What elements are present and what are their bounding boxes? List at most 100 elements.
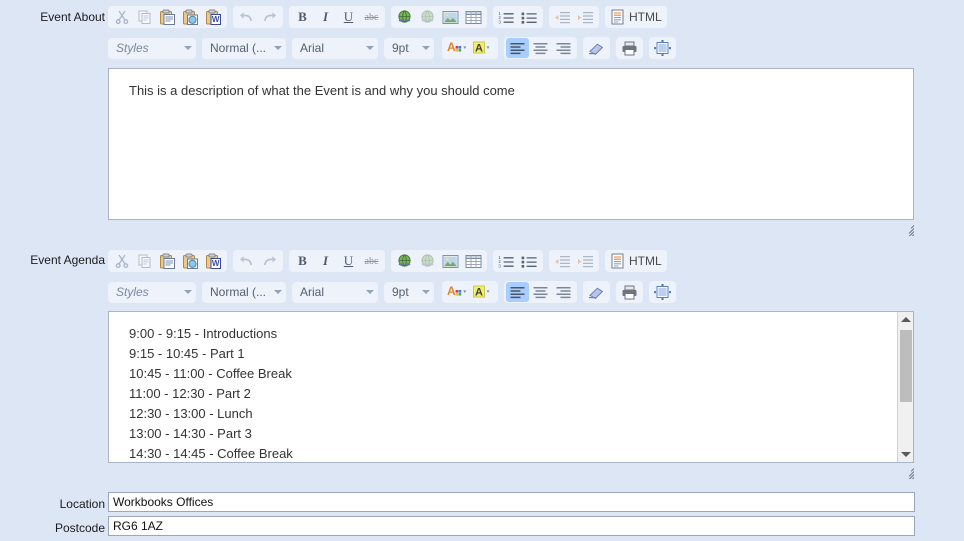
underline-icon[interactable]: U [337,7,360,27]
svg-text:W: W [212,15,220,24]
event-about-editor: W B I U abc 1 2 3 HTML Styles Normal (..… [108,4,914,61]
location-label: Location [59,497,105,511]
remove-format-icon[interactable] [585,38,608,58]
font-size-select[interactable]: 9pt [384,281,434,303]
italic-icon[interactable]: I [314,7,337,27]
copy-icon[interactable] [133,251,156,271]
toolbar-group-links [391,6,487,28]
bulleted-list-icon[interactable] [518,251,541,271]
print-icon[interactable] [618,38,641,58]
postcode-input[interactable]: RG6 1AZ [108,516,915,536]
align-right-icon[interactable] [552,282,575,302]
image-icon[interactable] [439,251,462,271]
event-agenda-edit-area[interactable]: 9:00 - 9:15 - Introductions 9:15 - 10:45… [108,311,914,463]
toolbar-group-colors: A A [442,37,498,59]
background-color-icon[interactable]: A [470,38,496,58]
strikethrough-icon[interactable]: abc [360,251,383,271]
chevron-down-icon [274,46,282,50]
align-right-icon[interactable] [552,38,575,58]
event-about-text[interactable]: This is a description of what the Event … [109,69,913,101]
templates-icon[interactable] [651,282,674,302]
toolbar-group-indent [549,250,599,272]
toolbar-group-print [616,281,643,303]
unlink-icon[interactable] [416,251,439,271]
numbered-list-icon[interactable]: 123 [495,251,518,271]
font-family-value: Arial [300,285,325,299]
table-icon[interactable] [462,251,485,271]
font-family-select[interactable]: Arial [292,37,378,59]
html-source-icon[interactable]: HTML [607,251,665,271]
event-agenda-scrollbar[interactable] [897,312,913,462]
toolbar-group-history [233,6,283,28]
chevron-down-icon [422,290,430,294]
event-agenda-toolbar-row-2: Styles Normal (... Arial 9pt A A [108,279,914,305]
location-value: Workbooks Offices [113,495,214,509]
redo-icon[interactable] [258,251,281,271]
styles-select-value: Styles [116,285,149,299]
svg-text:3: 3 [498,19,501,24]
bold-icon[interactable]: B [291,7,314,27]
event-agenda-text[interactable]: 9:00 - 9:15 - Introductions 9:15 - 10:45… [109,312,913,462]
outdent-icon[interactable] [551,251,574,271]
event-about-resize-grip[interactable] [900,222,914,236]
image-icon[interactable] [439,7,462,27]
indent-icon[interactable] [574,7,597,27]
link-icon[interactable] [393,7,416,27]
font-size-select[interactable]: 9pt [384,37,434,59]
html-source-label: HTML [629,10,662,24]
svg-text:A: A [475,287,483,299]
html-source-icon[interactable]: HTML [607,7,665,27]
scroll-up-arrow-icon[interactable] [898,312,913,327]
redo-icon[interactable] [258,7,281,27]
copy-icon[interactable] [133,7,156,27]
paste-icon[interactable] [156,7,179,27]
event-about-edit-area[interactable]: This is a description of what the Event … [108,68,914,220]
paste-from-word-icon[interactable]: W [202,7,225,27]
templates-icon[interactable] [651,38,674,58]
paste-from-word-icon[interactable]: W [202,251,225,271]
event-about-toolbar-row-1: W B I U abc 1 2 3 HTML [108,4,914,30]
cut-icon[interactable] [110,251,133,271]
remove-format-icon[interactable] [585,282,608,302]
paste-plain-text-icon[interactable] [179,251,202,271]
align-center-icon[interactable] [529,38,552,58]
italic-icon[interactable]: I [314,251,337,271]
styles-select[interactable]: Styles [108,281,196,303]
undo-icon[interactable] [235,251,258,271]
paste-icon[interactable] [156,251,179,271]
print-icon[interactable] [618,282,641,302]
scroll-down-arrow-icon[interactable] [898,447,913,462]
undo-icon[interactable] [235,7,258,27]
postcode-value: RG6 1AZ [113,519,164,533]
numbered-list-icon[interactable]: 123 [495,7,518,27]
paragraph-format-select[interactable]: Normal (... [202,281,286,303]
strikethrough-icon[interactable]: abc [360,7,383,27]
paragraph-format-select[interactable]: Normal (... [202,37,286,59]
indent-icon[interactable] [574,251,597,271]
bulleted-list-icon[interactable] [518,7,541,27]
chevron-down-icon [184,46,192,50]
align-left-icon[interactable] [506,38,529,58]
outdent-icon[interactable] [551,7,574,27]
event-agenda-label: Event Agenda [30,253,105,267]
bold-icon[interactable]: B [291,251,314,271]
paste-plain-text-icon[interactable] [179,7,202,27]
align-center-icon[interactable] [529,282,552,302]
styles-select[interactable]: Styles [108,37,196,59]
event-agenda-resize-grip[interactable] [900,465,914,479]
underline-icon[interactable]: U [337,251,360,271]
svg-text:3: 3 [498,263,501,268]
unlink-icon[interactable] [416,7,439,27]
font-family-select[interactable]: Arial [292,281,378,303]
location-input[interactable]: Workbooks Offices [108,492,915,512]
link-icon[interactable] [393,251,416,271]
table-icon[interactable] [462,7,485,27]
cut-icon[interactable] [110,7,133,27]
event-about-label: Event About [40,10,105,24]
text-color-icon[interactable]: A [444,282,470,302]
background-color-icon[interactable]: A [470,282,496,302]
event-form-page: Event About W B I U abc 1 2 3 HTML Style… [0,0,964,541]
align-left-icon[interactable] [506,282,529,302]
text-color-icon[interactable]: A [444,38,470,58]
scroll-thumb[interactable] [900,330,912,402]
